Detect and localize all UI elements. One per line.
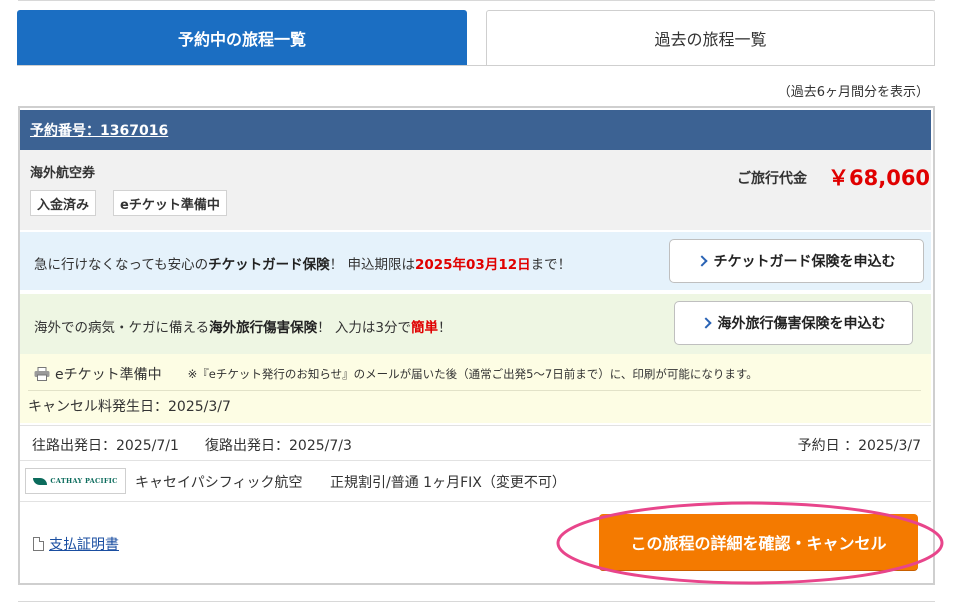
ticket-guard-message: 急に行けなくなっても安心のチケットガード保険！ 申込期限は2025年03月12日… <box>34 257 572 273</box>
printer-icon <box>34 367 50 381</box>
flight-row: CATHAY PACIFIC キャセイパシフィック航空 正規割引/普通 1ヶ月F… <box>20 462 931 502</box>
cancel-fee-date: キャンセル料発生日：2025/3/7 <box>28 399 231 415</box>
reservation-summary: 海外航空券 入金済み eチケット準備中 ご旅行代金 ￥68,060 <box>20 150 931 230</box>
travel-insurance-message: 海外での病気・ケガに備える海外旅行傷害保険！ 入力は3分で簡単！ <box>34 320 452 336</box>
bottom-divider <box>18 601 935 602</box>
eticket-status-row: eチケット準備中 ※『eチケット発行のお知らせ』のメールが届いた後（通常ご出発5… <box>34 364 758 384</box>
period-note: （過去6ヶ月間分を表示） <box>777 85 929 100</box>
view-details-cancel-button[interactable]: この旅程の詳細を確認・キャンセル <box>599 514 918 570</box>
ticket-guard-banner: 急に行けなくなっても安心のチケットガード保険！ 申込期限は2025年03月12日… <box>20 232 931 290</box>
trip-dates-row: 往路出発日：2025/7/1 復路出発日：2025/7/3 予約日 ：2025/… <box>20 425 931 461</box>
airline-name: キャセイパシフィック航空 <box>135 475 303 491</box>
document-icon <box>33 537 44 551</box>
price-label: ご旅行代金 <box>737 171 807 187</box>
outbound-date: 往路出発日：2025/7/1 <box>32 438 179 454</box>
cathay-pacific-logo: CATHAY PACIFIC <box>25 468 126 494</box>
travel-insurance-apply-label: 海外旅行傷害保険を申込む <box>717 316 886 332</box>
airline-logo-text: CATHAY PACIFIC <box>50 477 118 485</box>
eticket-note: ※『eチケット発行のお知らせ』のメールが届いた後（通常ご出発5〜7日前まで）に、… <box>187 367 758 381</box>
return-date: 復路出発日：2025/7/3 <box>205 438 352 454</box>
fare-type: 正規割引/普通 1ヶ月FIX（変更不可） <box>330 475 566 491</box>
travel-insurance-apply-button[interactable]: 海外旅行傷害保険を申込む <box>674 301 913 345</box>
chevron-right-icon <box>699 317 712 329</box>
ticket-guard-apply-label: チケットガード保険を申込む <box>713 254 896 270</box>
travel-insurance-banner: 海外での病気・ケガに備える海外旅行傷害保険！ 入力は3分で簡単！ 海外旅行傷害保… <box>20 294 931 354</box>
tab-upcoming-trips[interactable]: 予約中の旅程一覧 <box>17 10 467 65</box>
eticket-status: eチケット準備中 <box>55 367 162 383</box>
reservation-number-link[interactable]: 予約番号：1367016 <box>30 120 168 140</box>
reservation-header: 予約番号：1367016 <box>20 110 931 150</box>
status-badge-eticket: eチケット準備中 <box>113 190 227 216</box>
cathay-brushwing-icon <box>33 477 48 485</box>
product-type: 海外航空券 <box>30 166 96 181</box>
price-value: ￥68,060 <box>828 166 931 190</box>
tab-underline <box>17 65 935 66</box>
chevron-right-icon <box>695 255 708 267</box>
payment-certificate: 支払証明書 <box>33 534 119 554</box>
eticket-divider <box>28 390 921 391</box>
payment-certificate-link[interactable]: 支払証明書 <box>49 534 119 554</box>
ticket-guard-apply-button[interactable]: チケットガード保険を申込む <box>669 239 924 283</box>
booking-date: 予約日 ：2025/3/7 <box>797 438 921 454</box>
tab-past-trips[interactable]: 過去の旅程一覧 <box>486 10 935 65</box>
eticket-info-panel: eチケット準備中 ※『eチケット発行のお知らせ』のメールが届いた後（通常ご出発5… <box>20 354 931 423</box>
status-badge-paid: 入金済み <box>30 190 97 216</box>
top-divider <box>18 0 935 1</box>
